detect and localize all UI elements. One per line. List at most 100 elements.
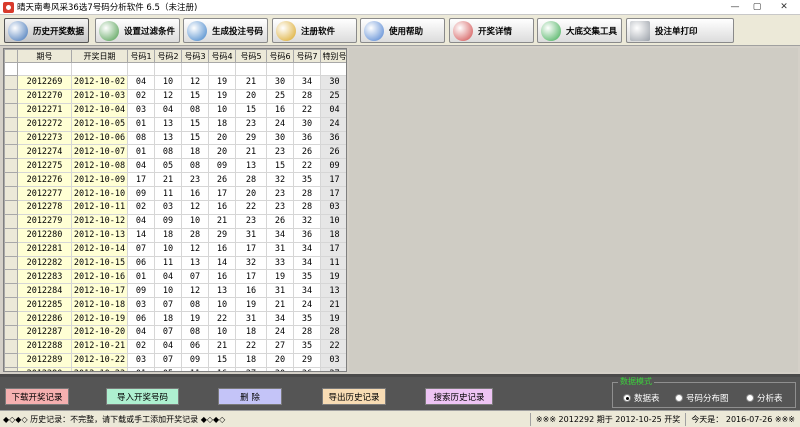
- number-cell: 16: [208, 241, 236, 257]
- row-indicator: [4, 338, 18, 354]
- table-row[interactable]: 2012276 2012-10-09 17 21 23 26 28 32 35 17: [4, 172, 346, 188]
- number-cell: 01: [127, 269, 155, 285]
- number-cell: 12: [181, 283, 209, 299]
- number-cell: 29: [208, 227, 236, 243]
- table-row[interactable]: 2012288 2012-10-21 02 04 06 21 22 27 35 22: [4, 338, 346, 354]
- date-cell: 2012-10-07: [71, 144, 128, 160]
- column-header[interactable]: 号码4: [208, 49, 236, 63]
- minimize-button[interactable]: —: [724, 0, 746, 15]
- table-row[interactable]: 2012282 2012-10-15 06 11 13 14 32 33 34 11: [4, 255, 346, 271]
- column-header[interactable]: 号码6: [266, 49, 294, 63]
- history-data-button[interactable]: 历史开奖数据: [4, 18, 89, 43]
- table-row[interactable]: 2012277 2012-10-10 09 11 16 17 20 23 28 17: [4, 186, 346, 202]
- table-row[interactable]: 20122902012-10-230105111627303627: [4, 366, 346, 371]
- column-header[interactable]: 开奖日期: [71, 49, 128, 63]
- column-header[interactable]: 号码7: [293, 49, 321, 63]
- register-button[interactable]: 注册软件: [272, 18, 357, 43]
- table-row[interactable]: 2012285 2012-10-18 03 07 08 10 19 21 24 21: [4, 297, 346, 313]
- number-cell: 11: [154, 186, 182, 202]
- number-cell: 28: [293, 200, 321, 215]
- table-row[interactable]: 2012269 2012-10-02 04 10 12 19 21 30 34 30: [4, 75, 346, 90]
- date-cell: 2012-10-16: [71, 269, 128, 285]
- radio-data-table[interactable]: 数据表: [623, 392, 660, 404]
- column-header[interactable]: 期号: [17, 49, 72, 63]
- window-title: 晴天南粤风采36选7号码分析软件 6.5（未注册): [17, 3, 198, 13]
- import-numbers-button[interactable]: 导入开奖号码: [106, 388, 179, 405]
- number-cell: 05: [154, 366, 182, 371]
- download-records-button[interactable]: 下载开奖记录: [5, 388, 69, 405]
- number-cell: 18: [235, 325, 267, 340]
- number-cell: 31: [266, 283, 294, 299]
- table-row[interactable]: 2012289 2012-10-22 03 07 09 15 18 20 29 03: [4, 352, 346, 368]
- column-header[interactable]: 特别号: [320, 49, 346, 63]
- draw-details-button[interactable]: 开奖详情: [449, 18, 534, 43]
- radio-analysis-table[interactable]: 分析表: [746, 392, 783, 404]
- table-row[interactable]: 2012283 2012-10-16 01 04 07 16 17 19 35 19: [4, 269, 346, 285]
- issue-cell: 2012273: [17, 130, 72, 146]
- help-button[interactable]: 使用帮助: [360, 18, 445, 43]
- table-row[interactable]: 2012284 2012-10-17 09 10 12 13 16 31 34 13: [4, 283, 346, 299]
- radio-dot: [746, 394, 754, 402]
- data-table: 期号 开奖日期 号码1 号码2 号码3 号码4 号码5 号码6 号码7 特别号 2012269 20…: [4, 49, 346, 371]
- table-row[interactable]: 2012273 2012-10-06 08 13 15 20 29 30 36 36: [4, 130, 346, 146]
- status-history-message: ◆◇◆◇ 历史记录：不完整，请下载或手工添加开奖记录 ◆◇◆◇: [3, 414, 226, 424]
- issue-cell: 2012285: [17, 297, 72, 313]
- table-row[interactable]: 2012281 2012-10-14 07 10 12 16 17 31 34 17: [4, 241, 346, 257]
- column-header[interactable]: 号码3: [181, 49, 209, 63]
- number-cell: 13: [154, 116, 182, 132]
- number-cell: 18: [208, 116, 236, 132]
- close-button[interactable]: ✕: [768, 0, 800, 15]
- row-indicator: [4, 172, 18, 188]
- special-number-cell: 22: [320, 338, 346, 354]
- number-cell: 19: [208, 75, 236, 90]
- maximize-button[interactable]: ▢: [746, 0, 768, 15]
- table-row[interactable]: 2012274 2012-10-07 01 08 18 20 21 23 26 26: [4, 144, 346, 160]
- app-icon: [3, 1, 14, 13]
- intersection-tool-button[interactable]: 大底交集工具: [537, 18, 622, 43]
- pill-icon: [453, 20, 473, 41]
- table-row[interactable]: 2012280 2012-10-13 14 18 28 29 31 34 36 18: [4, 227, 346, 243]
- number-cell: 13: [181, 255, 209, 271]
- number-cell: 08: [127, 130, 155, 146]
- date-cell: 2012-10-09: [71, 172, 128, 188]
- table-row[interactable]: 2012271 2012-10-04 03 04 08 10 15 16 22 04: [4, 102, 346, 118]
- number-cell: 17: [127, 172, 155, 188]
- number-cell: 23: [266, 186, 294, 202]
- delete-button[interactable]: 删 除: [218, 388, 282, 405]
- number-cell: 14: [127, 227, 155, 243]
- number-cell: 10: [208, 297, 236, 313]
- number-cell: 10: [154, 241, 182, 257]
- column-header[interactable]: 号码5: [235, 49, 267, 63]
- number-cell: 08: [181, 158, 209, 174]
- issue-cell: 2012271: [17, 102, 72, 118]
- number-cell: 17: [208, 186, 236, 202]
- draw-details-label: 开奖详情: [478, 26, 513, 37]
- radio-distribution-chart[interactable]: 号码分布图: [675, 392, 729, 404]
- number-cell: 20: [235, 88, 267, 104]
- search-history-button[interactable]: 搜索历史记录: [425, 388, 493, 405]
- table-row[interactable]: 2012278 2012-10-11 02 03 12 16 22 23 28 03: [4, 200, 346, 215]
- export-history-button[interactable]: 导出历史记录: [322, 388, 386, 405]
- issue-cell: 2012280: [17, 227, 72, 243]
- table-row[interactable]: 2012270 2012-10-03 02 12 15 19 20 25 28 25: [4, 88, 346, 104]
- column-header[interactable]: 号码2: [154, 49, 182, 63]
- set-filter-button[interactable]: 设置过滤条件: [95, 18, 180, 43]
- date-cell: 2012-10-23: [71, 366, 128, 371]
- table-row[interactable]: 2012287 2012-10-20 04 07 08 10 18 24 28 28: [4, 325, 346, 340]
- table-row[interactable]: 2012272 2012-10-05 01 13 15 18 23 24 30 24: [4, 116, 346, 132]
- special-number-cell: 03: [320, 200, 346, 215]
- number-cell: 21: [235, 75, 267, 90]
- bottom-panel: 下载开奖记录 导入开奖号码 删 除 导出历史记录 搜索历史记录 数据模式 数据表…: [0, 377, 800, 410]
- number-cell: 22: [235, 200, 267, 215]
- history-data-grid[interactable]: 期号 开奖日期 号码1 号码2 号码3 号码4 号码5 号码6 号码7 特别号 2012269 20…: [3, 48, 347, 372]
- table-row[interactable]: 2012275 2012-10-08 04 05 08 09 13 15 22 09: [4, 158, 346, 174]
- print-ticket-button[interactable]: 投注单打印: [626, 18, 734, 43]
- number-cell: 32: [235, 255, 267, 271]
- number-cell: 21: [208, 213, 236, 229]
- generate-numbers-button[interactable]: 生成投注号码: [183, 18, 268, 43]
- table-row[interactable]: 2012286 2012-10-19 06 18 19 22 31 34 35 19: [4, 311, 346, 327]
- number-cell: 20: [208, 144, 236, 160]
- column-header[interactable]: 号码1: [127, 49, 155, 63]
- empty-row[interactable]: [4, 62, 346, 76]
- table-row[interactable]: 2012279 2012-10-12 04 09 10 21 23 26 32 10: [4, 213, 346, 229]
